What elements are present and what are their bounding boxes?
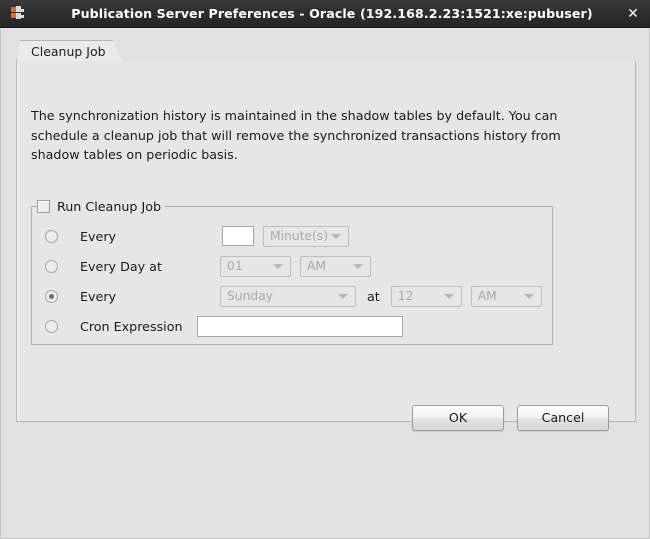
row-cron-expression: Cron Expression (45, 314, 403, 338)
description-text: The synchronization history is maintaine… (31, 108, 561, 162)
tab-cleanup-job[interactable]: Cleanup Job (16, 40, 123, 62)
row-every-weekday-at: Every Sunday at 12 AM (45, 284, 542, 308)
row-every-day-at: Every Day at 01 AM (45, 254, 371, 278)
chevron-down-icon (273, 264, 283, 269)
radio-every-weekday-at[interactable] (45, 289, 58, 303)
radio-every-interval[interactable] (45, 229, 58, 243)
chevron-down-icon (353, 264, 363, 269)
checkbox-indicator[interactable] (37, 199, 50, 213)
select-weekday-meridiem-value: AM (477, 288, 497, 303)
title-bar: Publication Server Preferences - Oracle … (0, 0, 650, 28)
input-interval-value[interactable] (222, 226, 254, 246)
run-cleanup-job-label: Run Cleanup Job (57, 198, 162, 214)
chevron-down-icon (523, 294, 534, 299)
label-every-interval: Every (80, 228, 117, 244)
select-interval-unit[interactable]: Minute(s) (263, 225, 349, 247)
select-day-meridiem[interactable]: AM (300, 255, 371, 277)
label-at: at (367, 288, 380, 304)
select-day-meridiem-value: AM (307, 258, 327, 273)
label-every-weekday: Every (80, 288, 117, 304)
select-day-hour-value: 01 (227, 258, 243, 273)
label-every-day-at: Every Day at (80, 258, 162, 274)
window-title: Publication Server Preferences - Oracle … (71, 6, 593, 21)
radio-every-day-at[interactable] (45, 259, 58, 273)
select-interval-unit-value: Minute(s) (270, 228, 329, 243)
chevron-down-icon (443, 294, 454, 299)
select-weekday-hour-value: 12 (397, 288, 414, 303)
radio-cron-expression[interactable] (45, 319, 58, 333)
row-every-interval: Every Minute(s) (45, 224, 349, 248)
label-cron-expression: Cron Expression (80, 318, 183, 334)
run-cleanup-job-checkbox[interactable]: Run Cleanup Job (37, 197, 166, 215)
input-cron-expression[interactable] (196, 315, 403, 337)
select-weekday-hour[interactable]: 12 (390, 285, 462, 307)
select-weekday[interactable]: Sunday (220, 285, 356, 307)
chevron-down-icon (338, 294, 348, 299)
chevron-down-icon (331, 234, 341, 239)
close-icon[interactable]: ✕ (624, 5, 642, 23)
select-weekday-value: Sunday (227, 288, 274, 303)
select-day-hour[interactable]: 01 (220, 255, 291, 277)
tab-panel-cleanup-job: The synchronization history is maintaine… (16, 61, 636, 422)
app-icon (11, 5, 29, 23)
ok-button[interactable]: OK (412, 405, 504, 431)
select-weekday-meridiem[interactable]: AM (470, 285, 542, 307)
tab-strip: Cleanup Job (16, 40, 636, 62)
dialog-body: Cleanup Job The synchronization history … (0, 28, 650, 539)
preferences-dialog: Publication Server Preferences - Oracle … (0, 0, 650, 539)
cancel-button[interactable]: Cancel (517, 405, 609, 431)
